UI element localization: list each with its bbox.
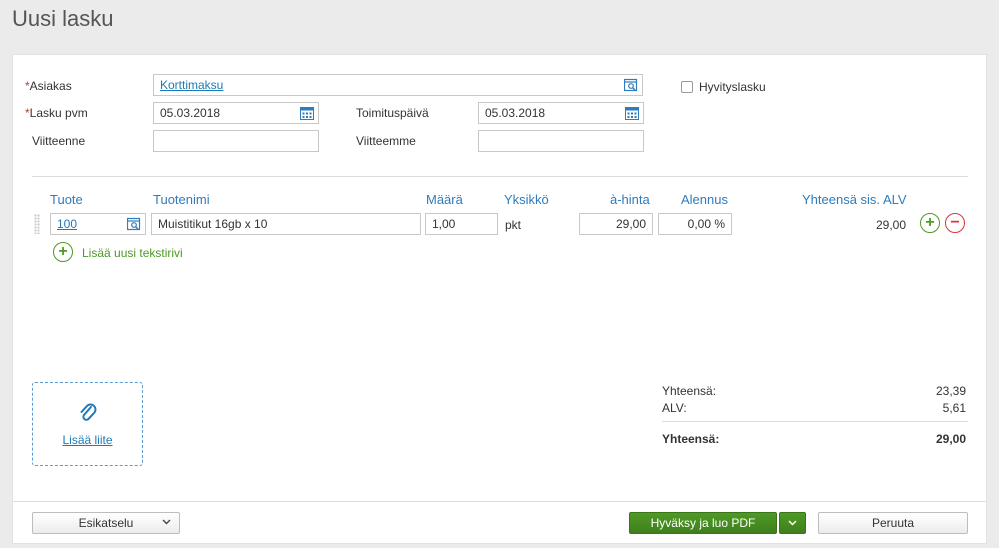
unit-price-input[interactable]: 29,00 <box>579 213 653 235</box>
approve-options-button[interactable] <box>779 512 806 534</box>
customer-label: Asiakas <box>29 79 72 93</box>
footer-divider <box>13 501 986 502</box>
grand-total-label: Yhteensä: <box>662 432 720 446</box>
preview-label: Esikatselu <box>78 516 134 530</box>
add-text-row-icon[interactable]: + <box>53 242 73 262</box>
add-row-icon[interactable]: + <box>920 213 940 233</box>
add-attachment-link[interactable]: Lisää liite <box>62 433 112 447</box>
preview-dropdown-button[interactable]: Esikatselu <box>32 512 180 534</box>
your-ref-input[interactable] <box>153 130 319 152</box>
delivery-date-label: Toimituspäivä <box>356 106 429 120</box>
invoice-date-label: Lasku pvm <box>29 106 88 120</box>
search-icon[interactable] <box>623 78 638 92</box>
subtotal-value: 23,39 <box>935 384 966 398</box>
credit-note-label: Hyvityslasku <box>699 80 766 94</box>
discount-input[interactable]: 0,00 % <box>658 213 732 235</box>
header-quantity: Määrä <box>426 192 463 207</box>
calendar-icon[interactable] <box>300 106 314 120</box>
cancel-button[interactable]: Peruuta <box>818 512 968 534</box>
header-product-name: Tuotenimi <box>153 192 210 207</box>
totals-divider <box>662 421 968 422</box>
grand-total-value: 29,00 <box>935 432 966 446</box>
customer-field[interactable]: Korttimaksu <box>153 74 643 96</box>
chevron-down-icon <box>788 516 797 530</box>
paperclip-icon <box>79 402 97 427</box>
header-product: Tuote <box>50 192 83 207</box>
header-discount: Alennus <box>681 192 728 207</box>
product-code-field[interactable]: 100 <box>50 213 146 235</box>
section-divider <box>32 176 968 177</box>
delivery-date-field[interactable]: 05.03.2018 <box>478 102 644 124</box>
customer-value[interactable]: Korttimaksu <box>160 78 223 92</box>
our-ref-label: Viitteemme <box>356 134 416 148</box>
row-drag-handle[interactable] <box>34 214 40 234</box>
product-name-input[interactable]: Muistitikut 16gb x 10 <box>151 213 421 235</box>
invoice-date-label-wrap: *Lasku pvm <box>25 106 88 120</box>
vat-value: 5,61 <box>942 401 966 415</box>
customer-label-wrap: *Asiakas <box>25 79 72 93</box>
chevron-down-icon <box>162 517 171 528</box>
row-total-value: 29,00 <box>875 218 906 232</box>
header-unit-price: à-hinta <box>610 192 650 207</box>
approve-create-pdf-button[interactable]: Hyväksy ja luo PDF <box>629 512 777 534</box>
remove-row-icon[interactable]: − <box>945 213 965 233</box>
delivery-date-value: 05.03.2018 <box>485 106 546 120</box>
vat-label: ALV: <box>662 401 687 415</box>
add-text-row-link[interactable]: Lisää uusi tekstirivi <box>82 246 183 260</box>
credit-note-checkbox[interactable] <box>681 81 693 93</box>
unit-value: pkt <box>505 218 522 232</box>
add-attachment-box[interactable]: Lisää liite <box>32 382 143 466</box>
your-ref-label: Viitteenne <box>32 134 86 148</box>
header-unit: Yksikkö <box>504 192 549 207</box>
invoice-date-value: 05.03.2018 <box>160 106 221 120</box>
calendar-icon[interactable] <box>625 106 639 120</box>
search-icon[interactable] <box>126 217 141 231</box>
invoice-date-field[interactable]: 05.03.2018 <box>153 102 319 124</box>
page-title: Uusi lasku <box>12 6 114 31</box>
header-total-incl-vat: Yhteensä sis. ALV <box>802 192 907 207</box>
subtotal-label: Yhteensä: <box>662 384 717 398</box>
our-ref-input[interactable] <box>478 130 644 152</box>
invoice-form-card: *Asiakas Korttimaksu Hyvityslasku *Lasku… <box>12 54 987 544</box>
product-code-value[interactable]: 100 <box>57 217 77 231</box>
quantity-input[interactable]: 1,00 <box>425 213 498 235</box>
